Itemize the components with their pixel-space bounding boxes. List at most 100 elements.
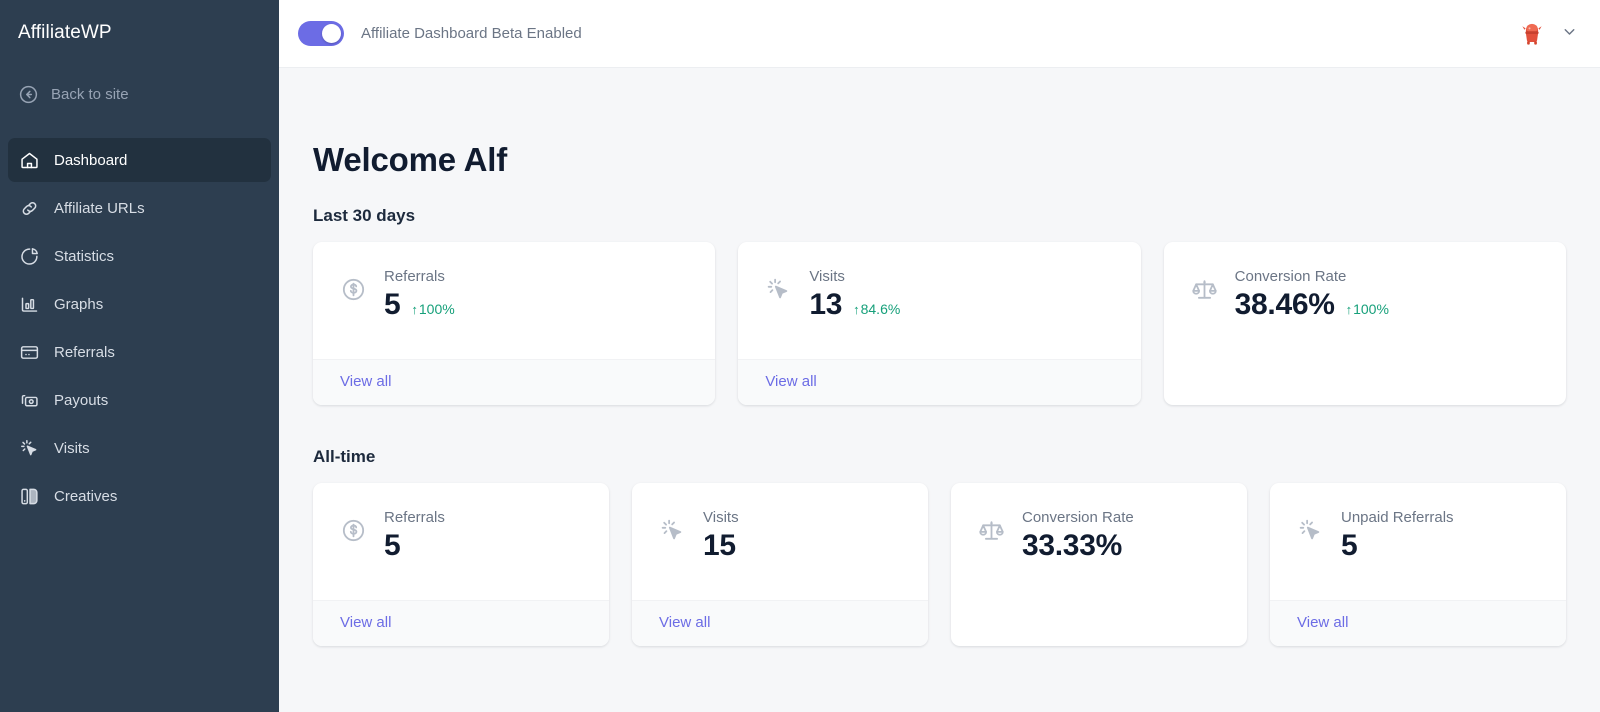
sidebar-item-label: Dashboard: [54, 152, 127, 169]
stat-card-footer: View all: [313, 600, 609, 646]
sidebar-item-label: Payouts: [54, 392, 108, 409]
stat-card-text: Referrals 5: [384, 509, 445, 563]
sidebar-item-label: Affiliate URLs: [54, 200, 145, 217]
stat-card-text: Visits 15: [703, 509, 739, 563]
sidebar-nav: Dashboard Affiliate URLs: [0, 138, 279, 518]
stat-card-value: 33.33%: [1022, 529, 1122, 563]
topbar-right: [1517, 19, 1578, 49]
stat-card-footer: View all: [313, 359, 715, 405]
stat-card-text: Visits 13 ↑ 84.6%: [809, 268, 900, 322]
stat-card-delta: ↑ 84.6%: [853, 301, 900, 317]
arrow-up-icon: ↑: [411, 302, 418, 317]
stat-card-value: 15: [703, 529, 736, 563]
home-icon: [19, 150, 40, 171]
back-to-site-link[interactable]: Back to site: [0, 76, 279, 112]
app-root: AffiliateWP Back to site Dashboard: [0, 0, 1600, 712]
stat-card-value-row: 5: [384, 529, 445, 563]
view-all-link[interactable]: View all: [1297, 614, 1348, 631]
sidebar-item-label: Statistics: [54, 248, 114, 265]
stat-card-footer: View all: [1270, 600, 1566, 646]
brand-title: AffiliateWP: [0, 0, 279, 62]
arrow-up-icon: ↑: [853, 302, 860, 317]
sidebar-item-visits[interactable]: Visits: [8, 426, 271, 470]
stat-card-value-row: 13 ↑ 84.6%: [809, 288, 900, 322]
stat-card-visits: Visits 13 ↑ 84.6% View all: [738, 242, 1140, 405]
sidebar-item-label: Creatives: [54, 488, 117, 505]
creatives-icon: [19, 486, 40, 507]
stat-card-value: 38.46%: [1235, 288, 1335, 322]
sidebar-item-statistics[interactable]: Statistics: [8, 234, 271, 278]
cursor-click-icon: [19, 438, 40, 459]
cursor-click-icon: [765, 276, 792, 303]
money-icon: [19, 390, 40, 411]
stat-card-body: Visits 15: [632, 483, 928, 600]
arrow-circle-left-icon: [18, 84, 39, 105]
sidebar-item-referrals[interactable]: Referrals: [8, 330, 271, 374]
stat-card-body: Conversion Rate 38.46% ↑ 100%: [1164, 242, 1566, 405]
view-all-link[interactable]: View all: [340, 373, 391, 390]
beta-dashboard-toggle[interactable]: [298, 21, 344, 46]
sidebar-item-creatives[interactable]: Creatives: [8, 474, 271, 518]
sidebar: AffiliateWP Back to site Dashboard: [0, 0, 279, 712]
stat-card-value-row: 5: [1341, 529, 1454, 563]
stat-card-footer: View all: [738, 359, 1140, 405]
sidebar-item-affiliate-urls[interactable]: Affiliate URLs: [8, 186, 271, 230]
stat-card-label: Conversion Rate: [1235, 268, 1389, 287]
stat-card-text: Unpaid Referrals 5: [1341, 509, 1454, 563]
cursor-click-icon: [659, 517, 686, 544]
stat-card-footer: View all: [632, 600, 928, 646]
stat-card-value-row: 5 ↑ 100%: [384, 288, 455, 322]
stat-card-text: Conversion Rate 33.33%: [1022, 509, 1134, 563]
stat-card-alltime-conversion-rate: Conversion Rate 33.33%: [951, 483, 1247, 646]
stat-card-text: Conversion Rate 38.46% ↑ 100%: [1235, 268, 1389, 322]
stat-card-body: Visits 13 ↑ 84.6%: [738, 242, 1140, 359]
stat-card-label: Visits: [703, 509, 739, 528]
bar-chart-icon: [19, 294, 40, 315]
sidebar-item-dashboard[interactable]: Dashboard: [8, 138, 271, 182]
stat-card-value: 5: [1341, 529, 1357, 563]
stat-card-value: 13: [809, 288, 842, 322]
sidebar-item-payouts[interactable]: Payouts: [8, 378, 271, 422]
scales-icon: [1191, 276, 1218, 303]
stat-card-delta-value: 100%: [419, 301, 455, 317]
back-to-site-label: Back to site: [51, 86, 129, 103]
page-title: Welcome Alf: [313, 141, 1566, 179]
credit-card-icon: [19, 342, 40, 363]
stat-card-label: Visits: [809, 268, 900, 287]
stat-card-label: Referrals: [384, 509, 445, 528]
view-all-link[interactable]: View all: [659, 614, 710, 631]
avatar[interactable]: [1517, 19, 1547, 49]
stat-card-delta: ↑ 100%: [1346, 301, 1389, 317]
stat-card-label: Conversion Rate: [1022, 509, 1134, 528]
stat-card-label: Referrals: [384, 268, 455, 287]
dollar-circle-icon: [340, 517, 367, 544]
cursor-click-icon: [1297, 517, 1324, 544]
stat-cards-last-30-days: Referrals 5 ↑ 100% View all: [313, 242, 1566, 405]
stat-card-value-row: 38.46% ↑ 100%: [1235, 288, 1389, 322]
stat-cards-all-time: Referrals 5 View all: [313, 483, 1566, 646]
arrow-up-icon: ↑: [1346, 302, 1353, 317]
chevron-down-icon[interactable]: [1561, 23, 1578, 45]
stat-card-alltime-referrals: Referrals 5 View all: [313, 483, 609, 646]
stat-card-conversion-rate: Conversion Rate 38.46% ↑ 100%: [1164, 242, 1566, 405]
stat-card-body: Conversion Rate 33.33%: [951, 483, 1247, 646]
topbar: Affiliate Dashboard Beta Enabled: [279, 0, 1600, 68]
sidebar-item-label: Referrals: [54, 344, 115, 361]
link-icon: [19, 198, 40, 219]
beta-dashboard-toggle-label: Affiliate Dashboard Beta Enabled: [361, 25, 582, 42]
main-area: Affiliate Dashboard Beta Enabled: [279, 0, 1600, 712]
stat-card-body: Unpaid Referrals 5: [1270, 483, 1566, 600]
scales-icon: [978, 517, 1005, 544]
stat-card-value-row: 15: [703, 529, 739, 563]
stat-card-delta-value: 84.6%: [861, 301, 901, 317]
sidebar-item-graphs[interactable]: Graphs: [8, 282, 271, 326]
view-all-link[interactable]: View all: [765, 373, 816, 390]
pie-chart-icon: [19, 246, 40, 267]
dashboard-content: Welcome Alf Last 30 days: [279, 68, 1600, 712]
sidebar-item-label: Graphs: [54, 296, 103, 313]
stat-card-value: 5: [384, 529, 400, 563]
stat-card-value-row: 33.33%: [1022, 529, 1134, 563]
stat-card-delta-value: 100%: [1353, 301, 1389, 317]
stat-card-text: Referrals 5 ↑ 100%: [384, 268, 455, 322]
view-all-link[interactable]: View all: [340, 614, 391, 631]
